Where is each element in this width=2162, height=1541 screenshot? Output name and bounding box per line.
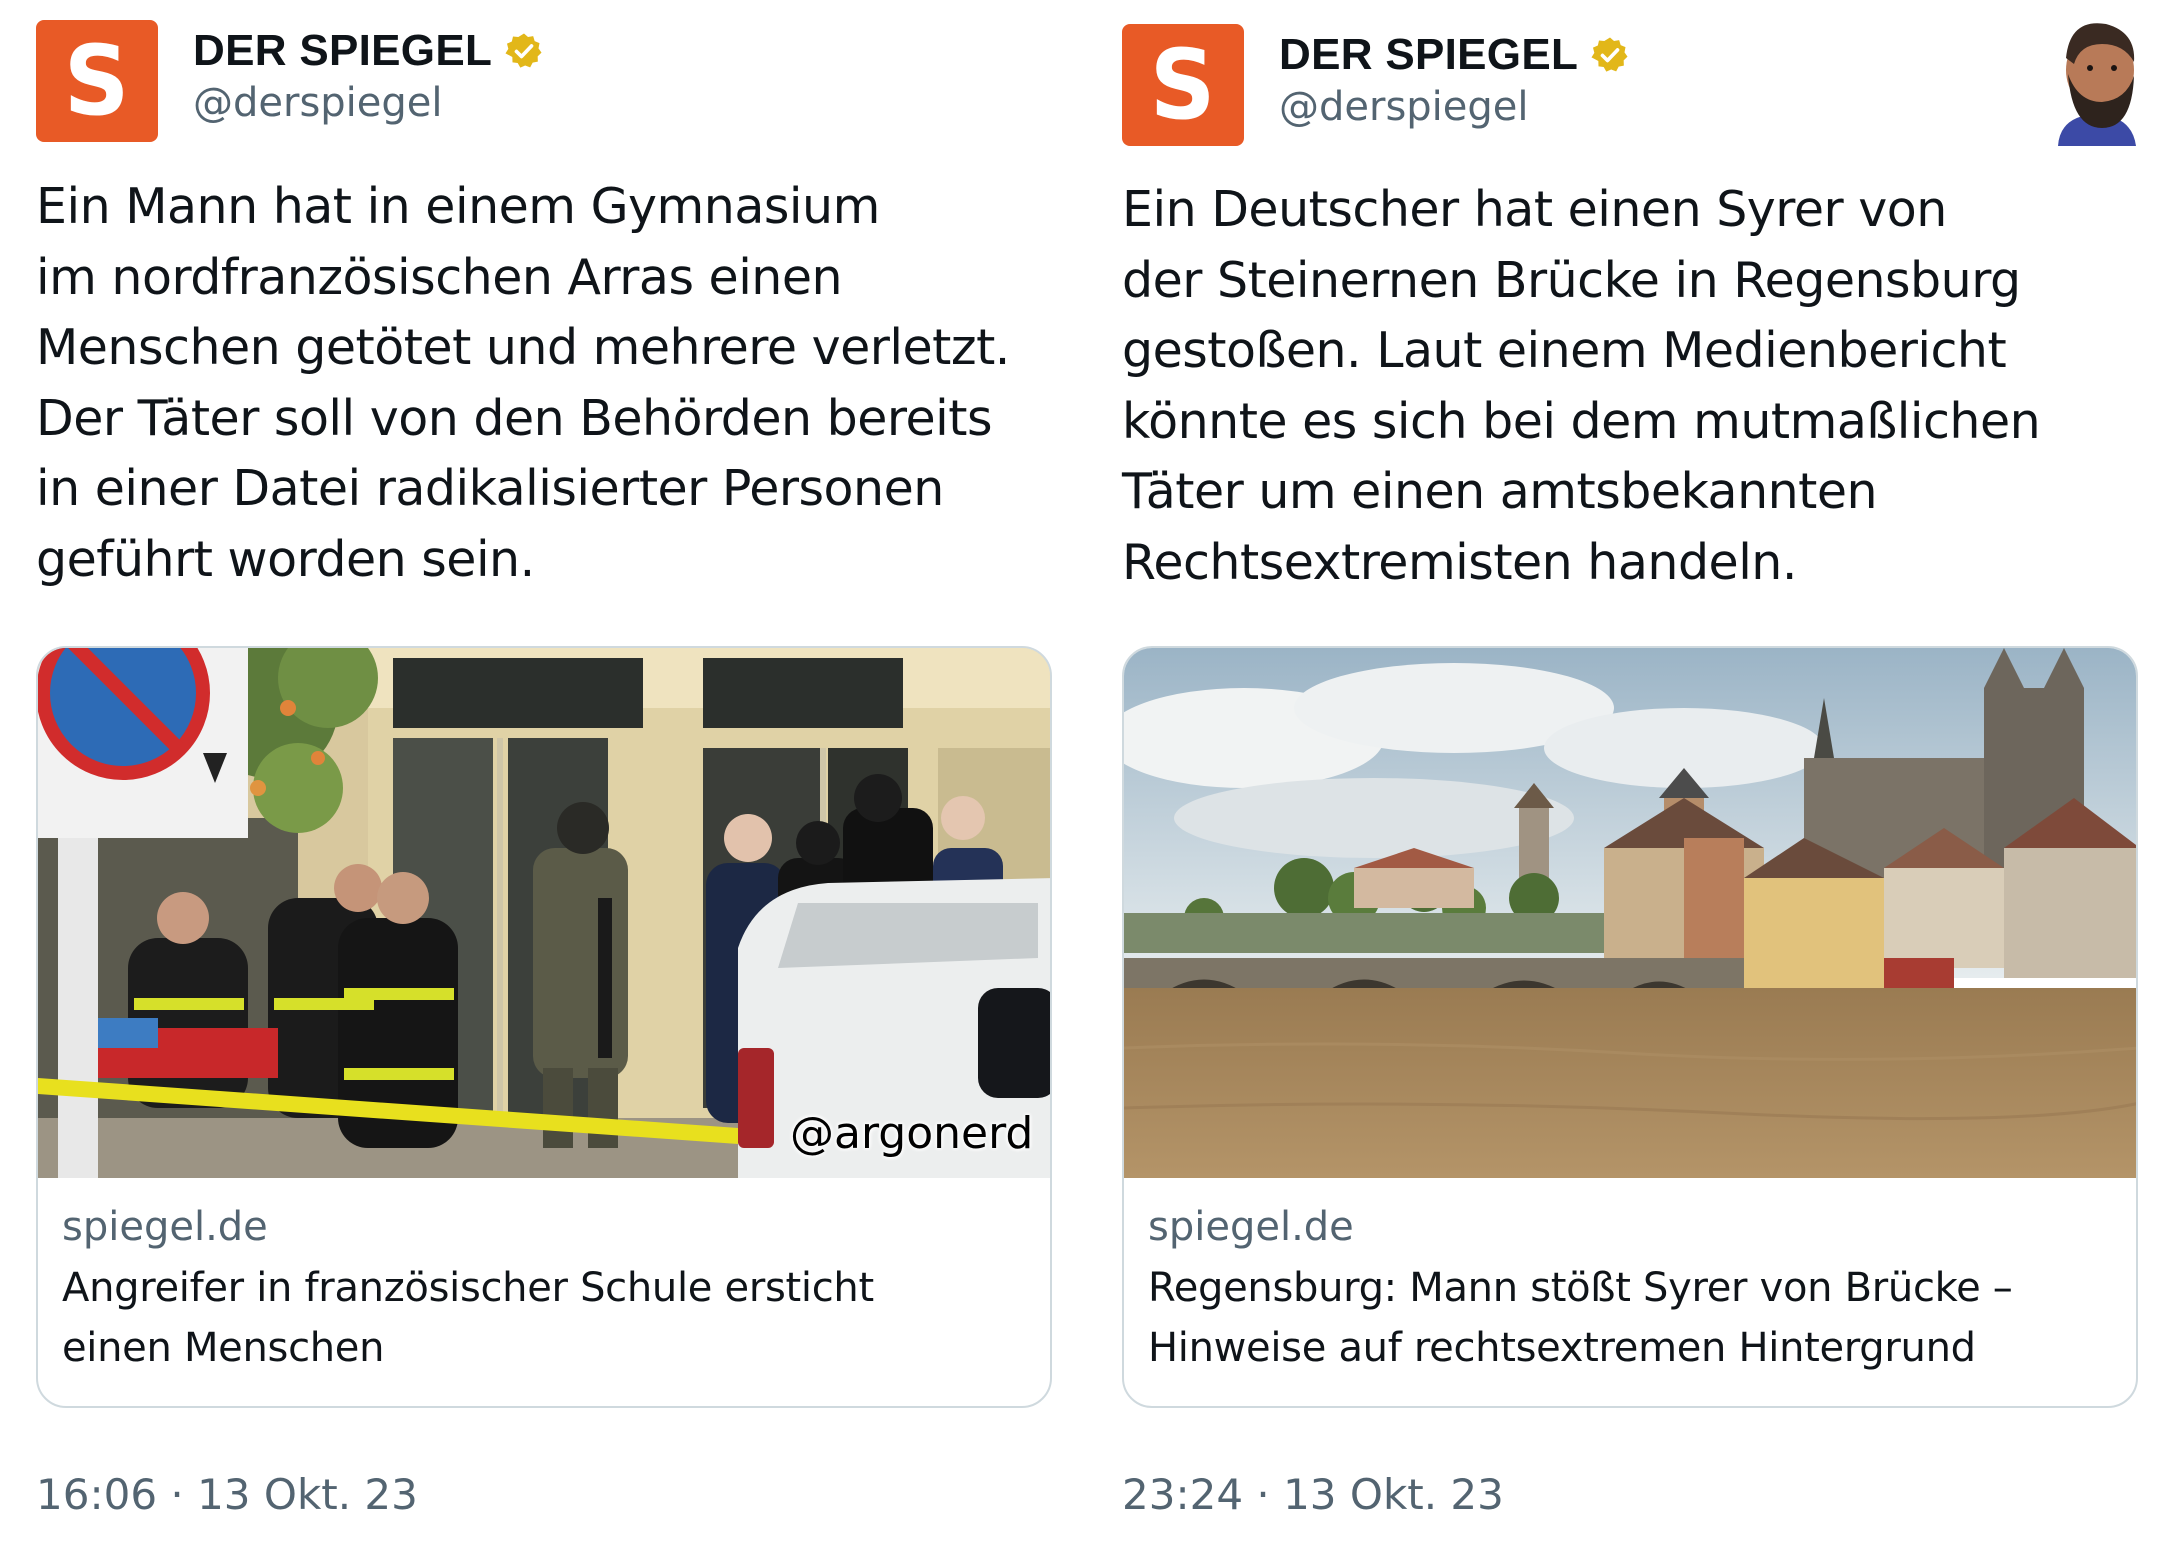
- logo-letter: S: [64, 25, 130, 137]
- spiegel-logo-icon[interactable]: S: [36, 20, 158, 142]
- card-meta: spiegel.de Regensburg: Mann stößt Syrer …: [1148, 1200, 2112, 1378]
- tweet-arras[interactable]: S DER SPIEGEL @derspiegel Ein Mann hat i…: [36, 0, 1052, 1541]
- spiegel-logo-icon[interactable]: S: [1122, 24, 1244, 146]
- card-domain: spiegel.de: [62, 1204, 268, 1250]
- card-title: Angreifer in französischer Schule erstic…: [62, 1258, 1026, 1378]
- tweet-text-line: in einer Datei radikalisierter Personen: [36, 460, 944, 517]
- tweet-text-line: der Steinernen Brücke in Regensburg: [1122, 251, 2021, 309]
- tweet-text-line: könnte es sich bei dem mutmaßlichen: [1122, 392, 2041, 450]
- tweet-text-line: Rechtsextremisten handeln.: [1122, 533, 1797, 591]
- tweet-text: Ein Mann hat in einem Gymnasium im nordf…: [36, 172, 1046, 595]
- gold-verified-icon: [1590, 35, 1630, 75]
- card-title: Regensburg: Mann stößt Syrer von Brücke …: [1148, 1258, 2112, 1378]
- author-name-row: DER SPIEGEL: [193, 26, 544, 76]
- author-name-row: DER SPIEGEL: [1279, 30, 1630, 80]
- gold-verified-icon: [504, 31, 544, 71]
- author-handle[interactable]: @derspiegel: [1279, 84, 1529, 130]
- tweet-text-line: geführt worden sein.: [36, 530, 535, 588]
- tweet-timestamp[interactable]: 23:24 · 13 Okt. 23: [1122, 1470, 1504, 1519]
- card-domain: spiegel.de: [1148, 1204, 1354, 1250]
- tweet-header: S DER SPIEGEL @derspiegel: [36, 20, 1046, 150]
- card-title-line: Regensburg: Mann stößt Syrer von Brücke …: [1148, 1265, 2013, 1311]
- tweet-timestamp[interactable]: 16:06 · 13 Okt. 23: [36, 1470, 418, 1519]
- tweet-text-line: im nordfranzösischen Arras einen: [36, 248, 843, 306]
- card-title-line: Hinweise auf rechtsextremen Hintergrund: [1148, 1325, 1976, 1371]
- card-image-regensburg-bridge[interactable]: [1124, 648, 2136, 1178]
- author-handle[interactable]: @derspiegel: [193, 80, 443, 126]
- card-image-school-scene[interactable]: @argonerd: [38, 648, 1050, 1178]
- tweet-text-line: gestoßen. Laut einem Medienbericht: [1122, 322, 2007, 379]
- link-card[interactable]: spiegel.de Regensburg: Mann stößt Syrer …: [1122, 646, 2138, 1408]
- tweet-text-line: Menschen getötet und mehrere verletzt.: [36, 319, 1010, 376]
- tweet-regensburg[interactable]: S DER SPIEGEL @derspiegel Ein Deutscher …: [1122, 0, 2138, 1541]
- bearded-man-avatar-icon[interactable]: [2050, 18, 2142, 146]
- card-meta: spiegel.de Angreifer in französischer Sc…: [62, 1200, 1026, 1378]
- tweet-text-line: Der Täter soll von den Behörden bereits: [36, 389, 993, 447]
- card-title-line: Angreifer in französischer Schule erstic…: [62, 1265, 874, 1311]
- link-card[interactable]: @argonerd spiegel.de Angreifer in franzö…: [36, 646, 1052, 1408]
- tweet-text: Ein Deutscher hat einen Syrer von der St…: [1122, 175, 2132, 598]
- tweet-text-line: Ein Deutscher hat einen Syrer von: [1122, 181, 1947, 238]
- author-display-name[interactable]: DER SPIEGEL: [193, 26, 492, 76]
- logo-letter: S: [1150, 29, 1216, 141]
- image-watermark: @argonerd: [790, 1108, 1034, 1159]
- tweet-text-line: Täter um einen amtsbekannten: [1122, 463, 1878, 520]
- tweet-text-line: Ein Mann hat in einem Gymnasium: [36, 178, 880, 235]
- author-display-name[interactable]: DER SPIEGEL: [1279, 30, 1578, 80]
- tweet-header: S DER SPIEGEL @derspiegel: [1122, 24, 2132, 154]
- card-title-line: einen Menschen: [62, 1325, 385, 1371]
